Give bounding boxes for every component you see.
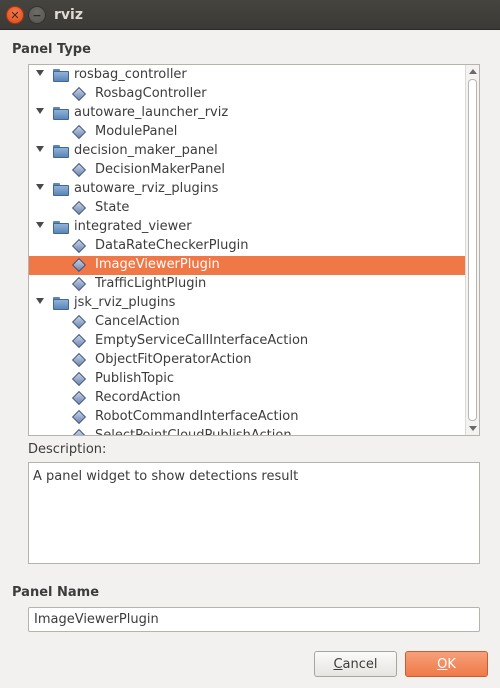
panel-name-heading: Panel Name xyxy=(12,585,100,600)
expand-arrow-icon[interactable] xyxy=(36,146,44,152)
close-icon[interactable]: ✕ xyxy=(6,6,24,24)
tree-item-label: ImageViewerPlugin xyxy=(95,257,220,272)
folder-icon xyxy=(53,107,69,120)
minimize-icon[interactable]: − xyxy=(28,6,46,24)
description-box: A panel widget to show detections result xyxy=(28,462,480,564)
plugin-diamond-icon xyxy=(71,371,87,387)
description-text: A panel widget to show detections result xyxy=(33,469,299,484)
expand-arrow-icon[interactable] xyxy=(36,222,44,228)
tree-item-label: RecordAction xyxy=(95,390,181,405)
folder-icon xyxy=(53,69,69,82)
tree-item-label: TrafficLightPlugin xyxy=(95,276,207,291)
tree-item-label: rosbag_controller xyxy=(74,67,187,82)
panel-type-tree[interactable]: rosbag_controller RosbagController autowar… xyxy=(28,64,480,436)
tree-plugin-row[interactable]: CancelAction xyxy=(29,313,465,332)
expand-arrow-icon[interactable] xyxy=(36,108,44,114)
tree-plugin-row[interactable]: RosbagController xyxy=(29,85,465,104)
plugin-diamond-icon xyxy=(71,409,87,425)
scroll-up-icon[interactable] xyxy=(469,69,477,74)
plugin-diamond-icon xyxy=(71,257,87,273)
ok-button-label: OK xyxy=(437,656,456,672)
tree-plugin-row[interactable]: TrafficLightPlugin xyxy=(29,275,465,294)
tree-item-label: integrated_viewer xyxy=(74,219,192,234)
panel-type-heading: Panel Type xyxy=(12,42,91,57)
panel-name-input[interactable] xyxy=(28,607,480,632)
tree-item-label: jsk_rviz_plugins xyxy=(74,295,176,310)
tree-item-label: DecisionMakerPanel xyxy=(95,162,226,177)
tree-plugin-row[interactable]: RecordAction xyxy=(29,389,465,408)
plugin-diamond-icon xyxy=(71,162,87,178)
tree-plugin-row[interactable]: PublishTopic xyxy=(29,370,465,389)
tree-plugin-row[interactable]: ObjectFitOperatorAction xyxy=(29,351,465,370)
expand-arrow-icon[interactable] xyxy=(36,70,44,76)
plugin-diamond-icon xyxy=(71,428,87,435)
scrollbar-thumb[interactable] xyxy=(468,79,477,421)
tree-item-label: autoware_launcher_rviz xyxy=(74,105,229,120)
tree-group-row[interactable]: decision_maker_panel xyxy=(29,142,465,161)
expand-arrow-icon[interactable] xyxy=(36,184,44,190)
tree-plugin-row[interactable]: DecisionMakerPanel xyxy=(29,161,465,180)
tree-item-label: EmptyServiceCallInterfaceAction xyxy=(95,333,309,348)
tree-plugin-row[interactable]: DataRateCheckerPlugin xyxy=(29,237,465,256)
plugin-diamond-icon xyxy=(71,238,87,254)
plugin-diamond-icon xyxy=(71,314,87,330)
window-title: rviz xyxy=(54,7,83,23)
tree-item-label: ObjectFitOperatorAction xyxy=(95,352,252,367)
tree-group-row[interactable]: jsk_rviz_plugins xyxy=(29,294,465,313)
vertical-scrollbar[interactable] xyxy=(465,65,479,435)
tree-plugin-row[interactable]: ModulePanel xyxy=(29,123,465,142)
plugin-diamond-icon xyxy=(71,352,87,368)
plugin-diamond-icon xyxy=(71,276,87,292)
tree-plugin-row[interactable]: SelectPointCloudPublishAction xyxy=(29,427,465,436)
tree-item-label: DataRateCheckerPlugin xyxy=(95,238,249,253)
tree-group-row[interactable]: integrated_viewer xyxy=(29,218,465,237)
tree-item-label: CancelAction xyxy=(95,314,180,329)
folder-icon xyxy=(53,145,69,158)
title-bar: ✕ − rviz xyxy=(0,0,500,30)
plugin-diamond-icon xyxy=(71,124,87,140)
plugin-diamond-icon xyxy=(71,333,87,349)
folder-icon xyxy=(53,221,69,234)
tree-item-label: State xyxy=(95,200,130,215)
tree-item-label: PublishTopic xyxy=(95,371,175,386)
description-label: Description: xyxy=(28,442,107,457)
tree-item-label: decision_maker_panel xyxy=(74,143,218,158)
tree-item-label: RobotCommandInterfaceAction xyxy=(95,409,299,424)
expand-arrow-icon[interactable] xyxy=(36,298,44,304)
tree-plugin-row[interactable]: EmptyServiceCallInterfaceAction xyxy=(29,332,465,351)
tree-item-label: ModulePanel xyxy=(95,124,178,139)
tree-group-row[interactable]: autoware_rviz_plugins xyxy=(29,180,465,199)
folder-icon xyxy=(53,183,69,196)
tree-plugin-row[interactable]: RobotCommandInterfaceAction xyxy=(29,408,465,427)
folder-icon xyxy=(53,297,69,310)
plugin-diamond-icon xyxy=(71,200,87,216)
tree-group-row[interactable]: rosbag_controller xyxy=(29,66,465,85)
cancel-button[interactable]: Cancel xyxy=(314,651,397,677)
tree-plugin-row[interactable]: ImageViewerPlugin xyxy=(29,256,465,275)
tree-item-label: autoware_rviz_plugins xyxy=(74,181,219,196)
tree-item-label: RosbagController xyxy=(95,86,207,101)
tree-group-row[interactable]: autoware_launcher_rviz xyxy=(29,104,465,123)
plugin-diamond-icon xyxy=(71,86,87,102)
cancel-button-label: Cancel xyxy=(333,656,378,672)
plugin-diamond-icon xyxy=(71,390,87,406)
ok-button[interactable]: OK xyxy=(405,651,488,677)
tree-plugin-row[interactable]: State xyxy=(29,199,465,218)
scroll-down-icon[interactable] xyxy=(469,426,477,431)
tree-item-label: SelectPointCloudPublishAction xyxy=(95,428,292,436)
